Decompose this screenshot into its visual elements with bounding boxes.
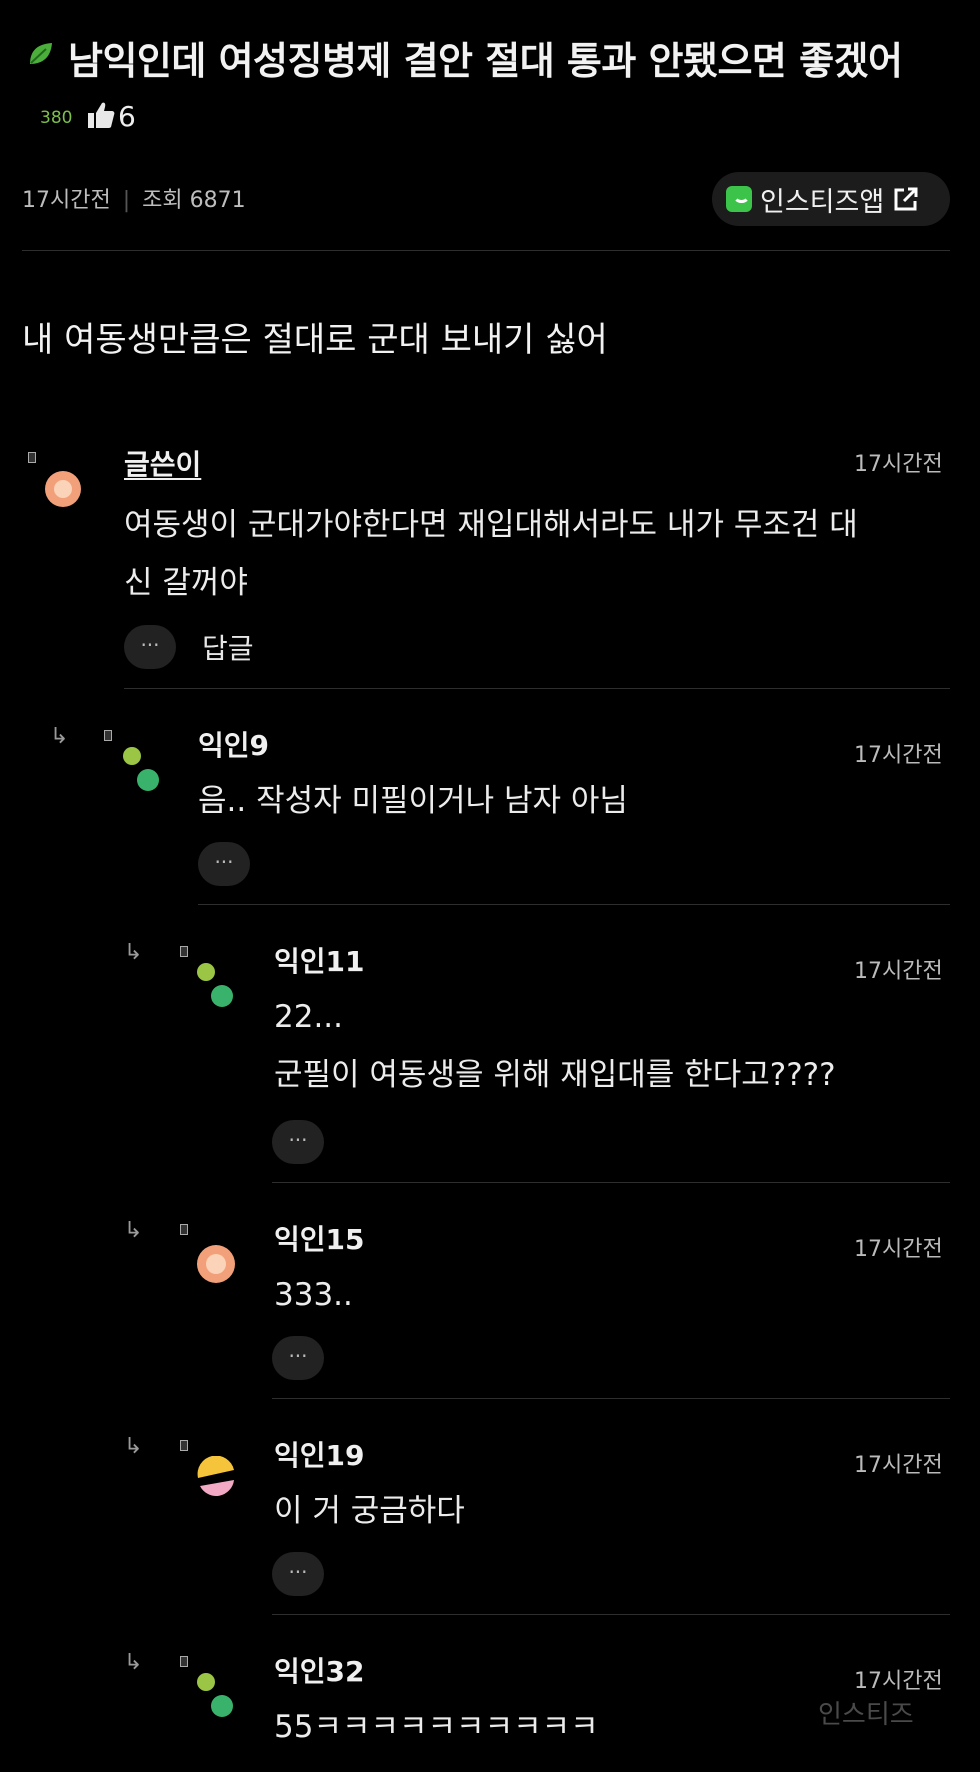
- comment-text-line: 군필이 여동생을 위해 재입대를 한다고????: [274, 1057, 836, 1093]
- reply-arrow-icon: ↳: [50, 724, 69, 749]
- avatar: [197, 1245, 235, 1283]
- reply-arrow-icon: ↳: [124, 1650, 143, 1675]
- comment-divider: [272, 1182, 950, 1183]
- comment-text-line: 이 거 궁금하다: [274, 1493, 465, 1529]
- comment-divider: [272, 1614, 950, 1615]
- post-meta: 17시간전 | 조회 6871: [22, 182, 246, 214]
- post-title: 남익인데 여성징병제 결안 절대 통과 안됐으면 좋겠어: [68, 39, 903, 83]
- like-count: 6: [118, 100, 136, 133]
- more-options-button[interactable]: ···: [124, 625, 176, 669]
- post-time: 17시간전: [22, 188, 111, 213]
- instiz-app-icon: [726, 186, 752, 212]
- leaf-icon: [30, 43, 52, 64]
- reply-arrow-icon: ↳: [124, 1218, 143, 1243]
- more-options-button[interactable]: ···: [272, 1336, 324, 1380]
- comment-time: 17시간전: [854, 452, 943, 477]
- avatar: [123, 747, 159, 791]
- comment-text-line: 22...: [274, 999, 344, 1035]
- comment-time: 17시간전: [854, 1453, 943, 1478]
- comment-time: 17시간전: [854, 959, 943, 984]
- comment-author[interactable]: 익인9: [198, 724, 269, 764]
- comment-divider: [272, 1398, 950, 1399]
- comment-check-icon[interactable]: [180, 946, 188, 957]
- comment-time: 17시간전: [854, 1669, 943, 1694]
- comment-divider: [124, 688, 950, 689]
- reply-button[interactable]: 답글: [202, 627, 254, 667]
- comment-text-line: 음.. 작성자 미필이거나 남자 아님: [198, 783, 628, 819]
- comment-check-icon[interactable]: [28, 452, 36, 463]
- watermark: 인스티즈: [818, 1700, 914, 1730]
- avatar: [197, 963, 233, 1007]
- comment-text-line: 55ㅋㅋㅋㅋㅋㅋㅋㅋㅋㅋ: [274, 1709, 599, 1745]
- more-options-button[interactable]: ···: [198, 842, 250, 886]
- meta-separator: |: [122, 188, 131, 213]
- instiz-app-button[interactable]: 인스티즈앱: [712, 172, 950, 226]
- comment-text-line: 333..: [274, 1277, 353, 1313]
- comment-author[interactable]: 익인11: [274, 940, 365, 980]
- comment-check-icon[interactable]: [104, 730, 112, 741]
- comment-text-line: 여동생이 군대가야한다면 재입대해서라도 내가 무조건 대: [124, 507, 858, 543]
- comment-time: 17시간전: [854, 1237, 943, 1262]
- avatar: [197, 1673, 233, 1717]
- comment-check-icon[interactable]: [180, 1656, 188, 1667]
- app-button-label: 인스티즈앱: [760, 186, 885, 218]
- avatar: [45, 471, 81, 507]
- comment-author[interactable]: 글쓴이: [124, 443, 201, 483]
- view-count: 조회 6871: [142, 188, 246, 213]
- comment-author[interactable]: 익인32: [274, 1650, 365, 1690]
- comment-text-line: 신 갈꺼야: [124, 565, 248, 601]
- thumbs-up-icon[interactable]: [87, 100, 115, 130]
- comment-author[interactable]: 익인15: [274, 1218, 365, 1258]
- avatar: [197, 1456, 234, 1496]
- points-badge: 380: [40, 108, 73, 128]
- reply-arrow-icon: ↳: [124, 940, 143, 965]
- more-options-button[interactable]: ···: [272, 1552, 324, 1596]
- header-divider: [22, 250, 950, 251]
- comment-check-icon[interactable]: [180, 1440, 188, 1451]
- comment-time: 17시간전: [854, 743, 943, 768]
- comment-divider: [198, 904, 950, 905]
- comment-author[interactable]: 익인19: [274, 1434, 365, 1474]
- comment-check-icon[interactable]: [180, 1224, 188, 1235]
- reply-arrow-icon: ↳: [124, 1434, 143, 1459]
- post-body: 내 여동생만큼은 절대로 군대 보내기 싫어: [22, 320, 608, 360]
- more-options-button[interactable]: ···: [272, 1120, 324, 1164]
- external-link-icon: [894, 187, 918, 211]
